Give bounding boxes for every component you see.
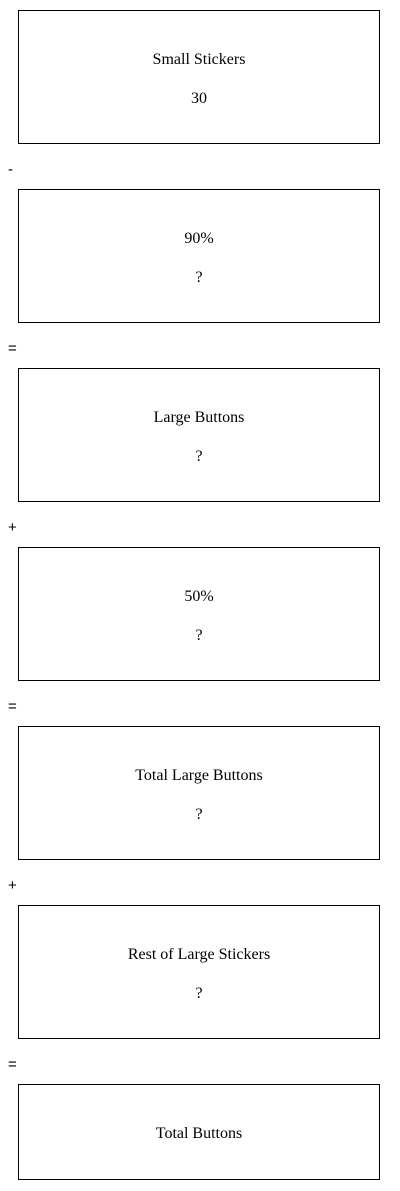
step-box-large-buttons: Large Buttons ?: [18, 368, 380, 502]
step-box-50-percent: 50% ?: [18, 547, 380, 681]
step-value: ?: [195, 806, 203, 823]
step-value: ?: [195, 985, 203, 1002]
final-label: Total Buttons: [155, 1125, 243, 1142]
equals-operator: =: [8, 1056, 17, 1073]
step-label: Rest of Large Stickers: [127, 946, 271, 963]
equals-operator: =: [8, 698, 17, 715]
step-value: ?: [195, 448, 203, 465]
minus-operator: -: [8, 161, 13, 178]
step-label: 90%: [184, 230, 214, 247]
step-label: 50%: [184, 588, 214, 605]
step-label: Small Stickers: [152, 51, 246, 68]
step-box-small-stickers: Small Stickers 30: [18, 10, 380, 144]
step-value: ?: [195, 269, 203, 286]
step-box-total-buttons: Total Buttons: [18, 1084, 380, 1180]
step-box-total-large-buttons: Total Large Buttons ?: [18, 726, 380, 860]
step-label: Total Large Buttons: [135, 767, 263, 784]
step-box-rest-of-large-stickers: Rest of Large Stickers ?: [18, 905, 380, 1039]
equals-operator: =: [8, 340, 17, 357]
step-value: 30: [191, 90, 207, 107]
step-box-90-percent: 90% ?: [18, 189, 380, 323]
step-label: Large Buttons: [153, 409, 245, 426]
plus-operator: +: [8, 877, 17, 894]
step-value: ?: [195, 627, 203, 644]
plus-operator: +: [8, 519, 17, 536]
